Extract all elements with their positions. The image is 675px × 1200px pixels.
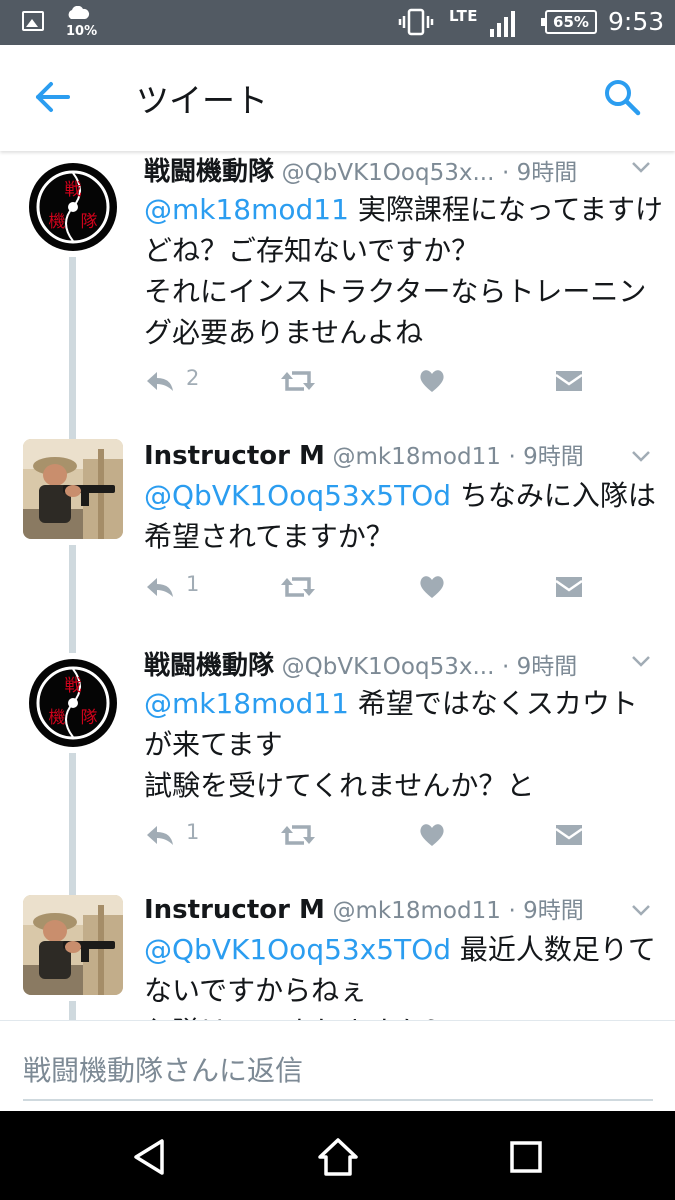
reply-count: 1 bbox=[186, 820, 200, 844]
chevron-down-icon[interactable] bbox=[630, 160, 652, 174]
gallery-icon bbox=[22, 11, 44, 31]
display-name[interactable]: Instructor M bbox=[144, 895, 325, 925]
avatar[interactable]: 戦 機 隊 bbox=[23, 653, 123, 753]
reply-icon[interactable] bbox=[144, 365, 176, 397]
tweet[interactable]: 戦 機 隊 戦闘機動隊 @QbVK1Ooq53x... · 9時間 @mk18m… bbox=[0, 151, 675, 439]
avatar[interactable] bbox=[23, 895, 123, 995]
reply-count: 1 bbox=[186, 572, 200, 596]
envelope-icon[interactable] bbox=[554, 571, 584, 603]
avatar[interactable]: 戦 機 隊 bbox=[23, 157, 123, 257]
display-name[interactable]: 戦闘機動隊 bbox=[144, 157, 274, 187]
tweet-actions: 1 bbox=[144, 819, 604, 851]
emblem-char: 機 bbox=[49, 708, 66, 728]
emblem-char: 戦 bbox=[65, 180, 82, 200]
emblem-char: 戦 bbox=[65, 676, 82, 696]
reply-icon[interactable] bbox=[144, 819, 176, 851]
heart-icon[interactable] bbox=[418, 365, 446, 397]
mention-link[interactable]: @mk18mod11 bbox=[144, 687, 349, 720]
username[interactable]: @mk18mod11 bbox=[333, 444, 501, 470]
network-type: LTE bbox=[449, 7, 479, 25]
timestamp: · 9時間 bbox=[508, 444, 584, 470]
username[interactable]: @QbVK1Ooq53x... bbox=[282, 654, 495, 680]
username[interactable]: @QbVK1Ooq53x... bbox=[282, 160, 495, 186]
envelope-icon[interactable] bbox=[554, 819, 584, 851]
reply-input[interactable]: 戦闘機動隊さんに返信 bbox=[23, 1049, 303, 1089]
avatar[interactable] bbox=[23, 439, 123, 539]
app-header: ツイート bbox=[0, 45, 675, 151]
timestamp: · 9時間 bbox=[502, 160, 578, 186]
reply-count: 2 bbox=[186, 366, 200, 390]
thread-connector bbox=[69, 751, 76, 901]
arrow-left-icon[interactable] bbox=[30, 77, 74, 117]
retweet-icon[interactable] bbox=[280, 819, 316, 851]
battery-indicator: 65% bbox=[541, 10, 597, 34]
tweet-header: Instructor M @mk18mod11 · 9時間 bbox=[144, 437, 584, 471]
tweet[interactable]: 戦 機 隊 戦闘機動隊 @QbVK1Ooq53x... · 9時間 @mk18m… bbox=[0, 645, 675, 901]
soldier-avatar-icon bbox=[23, 439, 123, 539]
tweet-header: 戦闘機動隊 @QbVK1Ooq53x... · 9時間 bbox=[144, 151, 577, 188]
display-name[interactable]: 戦闘機動隊 bbox=[144, 651, 274, 681]
heart-icon[interactable] bbox=[418, 819, 446, 851]
mention-link[interactable]: @mk18mod11 bbox=[144, 193, 349, 226]
input-underline bbox=[23, 1099, 653, 1101]
tweet-text: @mk18mod11 希望ではなくスカウトが来てます 試験を受けてくれませんか？… bbox=[144, 683, 664, 806]
status-bar: 10% LTE 65% 9:53 bbox=[0, 0, 675, 45]
mention-link[interactable]: @QbVK1Ooq53x5TOd bbox=[144, 933, 451, 966]
retweet-icon[interactable] bbox=[280, 571, 316, 603]
system-nav-bar bbox=[0, 1111, 675, 1200]
reply-icon[interactable] bbox=[144, 571, 176, 603]
tweet-text: @QbVK1Ooq53x5TOd ちなみに入隊は希望されてますか？ bbox=[144, 475, 664, 557]
tweet-header: 戦闘機動隊 @QbVK1Ooq53x... · 9時間 bbox=[144, 645, 577, 682]
weather-percent: 10% bbox=[66, 24, 98, 39]
emblem-avatar-icon: 戦 機 隊 bbox=[23, 157, 123, 257]
tweet-text: @QbVK1Ooq53x5TOd 最近人数足りてないですからねぇ 入隊はいつされ… bbox=[144, 929, 664, 1020]
timestamp: · 9時間 bbox=[508, 898, 584, 924]
chevron-down-icon[interactable] bbox=[630, 449, 652, 463]
emblem-char: 隊 bbox=[81, 708, 98, 728]
nav-home-icon[interactable] bbox=[316, 1135, 360, 1179]
tweet[interactable]: Instructor M @mk18mod11 · 9時間 @QbVK1Ooq5… bbox=[0, 895, 675, 1020]
soldier-avatar-icon bbox=[23, 895, 123, 995]
thread-connector bbox=[69, 545, 76, 659]
nav-recents-icon[interactable] bbox=[504, 1135, 548, 1179]
vibrate-icon bbox=[398, 8, 434, 36]
tweet-header: Instructor M @mk18mod11 · 9時間 bbox=[144, 891, 584, 925]
thread-connector bbox=[69, 257, 76, 439]
retweet-icon[interactable] bbox=[280, 365, 316, 397]
clock: 9:53 bbox=[608, 7, 665, 36]
heart-icon[interactable] bbox=[418, 571, 446, 603]
tweet-thread: 戦 機 隊 戦闘機動隊 @QbVK1Ooq53x... · 9時間 @mk18m… bbox=[0, 151, 675, 1020]
emblem-avatar-icon: 戦 機 隊 bbox=[23, 653, 123, 753]
thread-connector bbox=[69, 1001, 76, 1020]
username[interactable]: @mk18mod11 bbox=[333, 898, 501, 924]
chevron-down-icon[interactable] bbox=[630, 654, 652, 668]
envelope-icon[interactable] bbox=[554, 365, 584, 397]
tweet[interactable]: Instructor M @mk18mod11 · 9時間 @QbVK1Ooq5… bbox=[0, 437, 675, 659]
chevron-down-icon[interactable] bbox=[630, 903, 652, 917]
tweet-actions: 1 bbox=[144, 571, 604, 603]
signal-icon bbox=[490, 11, 515, 37]
emblem-char: 機 bbox=[49, 212, 66, 232]
reply-composer[interactable]: 戦闘機動隊さんに返信 bbox=[0, 1020, 675, 1111]
cloud-icon bbox=[68, 6, 90, 19]
page-title: ツイート bbox=[136, 81, 268, 120]
emblem-char: 隊 bbox=[81, 212, 98, 232]
nav-back-icon[interactable] bbox=[128, 1135, 172, 1179]
timestamp: · 9時間 bbox=[502, 654, 578, 680]
tweet-text: @mk18mod11 実際課程になってますけどね？ご存知ないですか？ それにイン… bbox=[144, 189, 664, 353]
tweet-actions: 2 bbox=[144, 365, 604, 397]
display-name[interactable]: Instructor M bbox=[144, 441, 325, 471]
search-icon[interactable] bbox=[600, 75, 644, 119]
mention-link[interactable]: @QbVK1Ooq53x5TOd bbox=[144, 479, 451, 512]
